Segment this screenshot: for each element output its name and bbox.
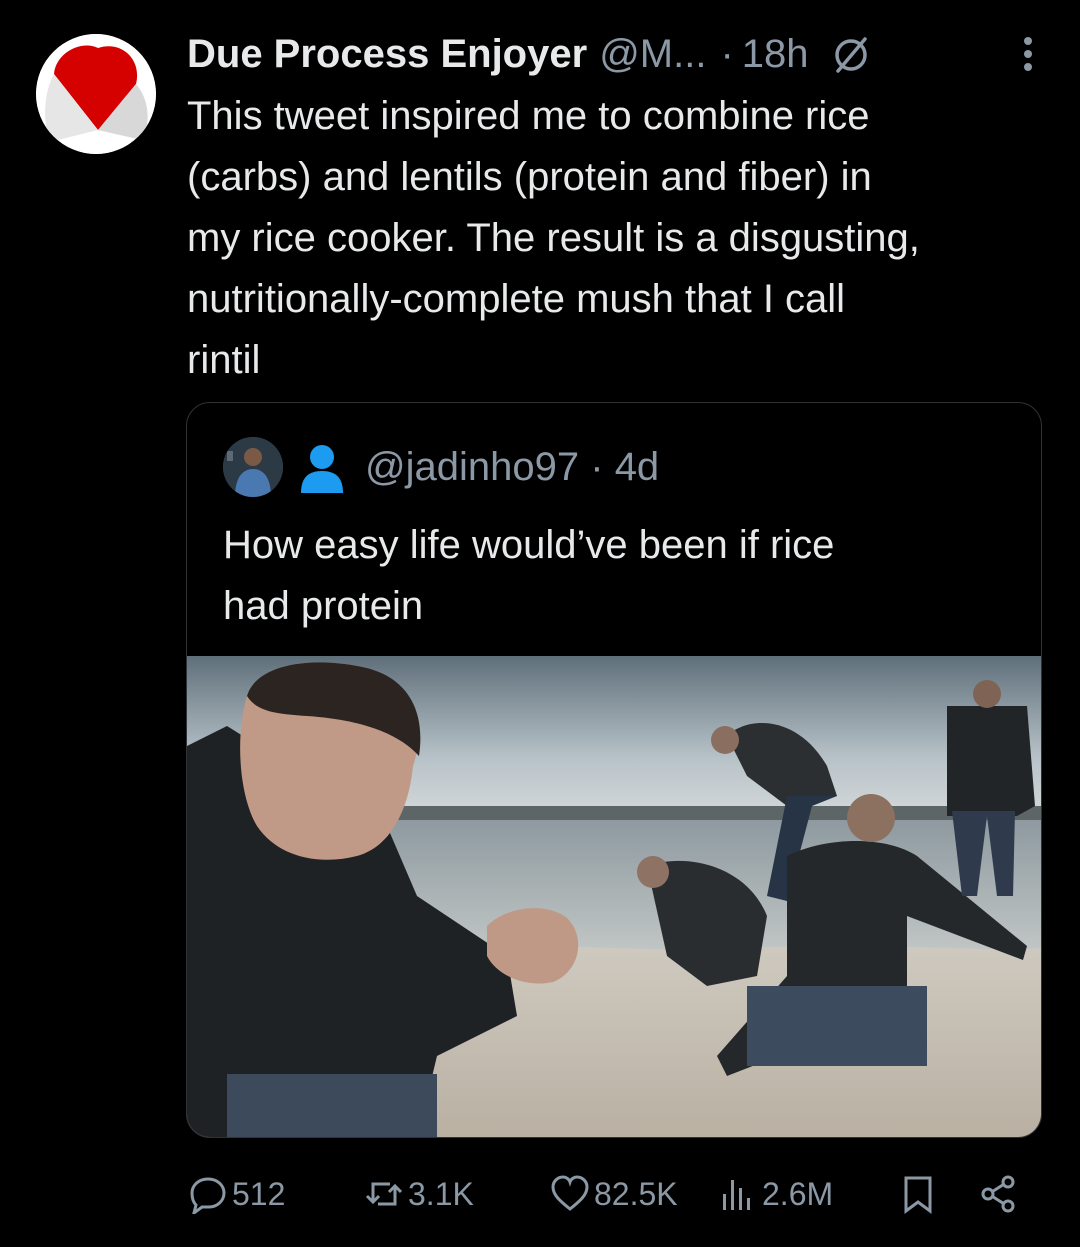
- quoted-separator: ·: [590, 445, 604, 489]
- retweet-button[interactable]: 3.1K: [364, 1168, 474, 1220]
- retweet-icon: [365, 1182, 403, 1206]
- like-button[interactable]: 82.5K: [550, 1168, 678, 1220]
- share-icon: [981, 1175, 1015, 1213]
- quoted-text: How easy life would’ve been if rice had …: [223, 523, 835, 628]
- more-vertical-icon[interactable]: [1016, 34, 1040, 74]
- header-separator: ·: [720, 32, 734, 76]
- heart-icon: [551, 1175, 589, 1211]
- quoted-tweet[interactable]: @jadinho97 · 4d How easy life would’ve b…: [186, 402, 1042, 1138]
- quoted-meme-image[interactable]: [187, 656, 1042, 1138]
- tweet-time[interactable]: 18h: [742, 26, 809, 82]
- tweet-actions: 512 3.1K 82.5K 2.6M: [188, 1168, 1038, 1220]
- tweet-header: Due Process Enjoyer @M... · 18h: [187, 26, 1040, 82]
- views-icon: [723, 1180, 750, 1210]
- reply-icon: [190, 1177, 226, 1214]
- tweet-text: This tweet inspired me to combine rice (…: [187, 94, 920, 382]
- author-handle[interactable]: @M...: [599, 26, 706, 82]
- reply-count: 512: [232, 1175, 286, 1212]
- quoted-handle[interactable]: @jadinho97: [365, 445, 579, 489]
- quoted-avatar-photo-icon: [223, 437, 283, 497]
- reply-button[interactable]: 512: [188, 1168, 285, 1220]
- person-icon: [301, 445, 343, 493]
- views-count: 2.6M: [762, 1175, 834, 1212]
- retweet-count: 3.1K: [408, 1175, 474, 1212]
- like-count: 82.5K: [594, 1175, 678, 1212]
- views-button[interactable]: 2.6M: [718, 1168, 833, 1220]
- author-avatar[interactable]: [36, 34, 156, 154]
- bookmark-button[interactable]: [898, 1168, 938, 1220]
- share-button[interactable]: [978, 1168, 1018, 1220]
- no-symbol-icon: [834, 37, 867, 73]
- quoted-time[interactable]: 4d: [615, 445, 660, 489]
- avatar-logo-icon: [36, 34, 156, 154]
- author-name[interactable]: Due Process Enjoyer: [187, 26, 587, 82]
- quoted-meta: @jadinho97 · 4d: [365, 439, 659, 495]
- quoted-author-avatar[interactable]: [223, 437, 283, 497]
- bookmark-icon: [904, 1176, 932, 1214]
